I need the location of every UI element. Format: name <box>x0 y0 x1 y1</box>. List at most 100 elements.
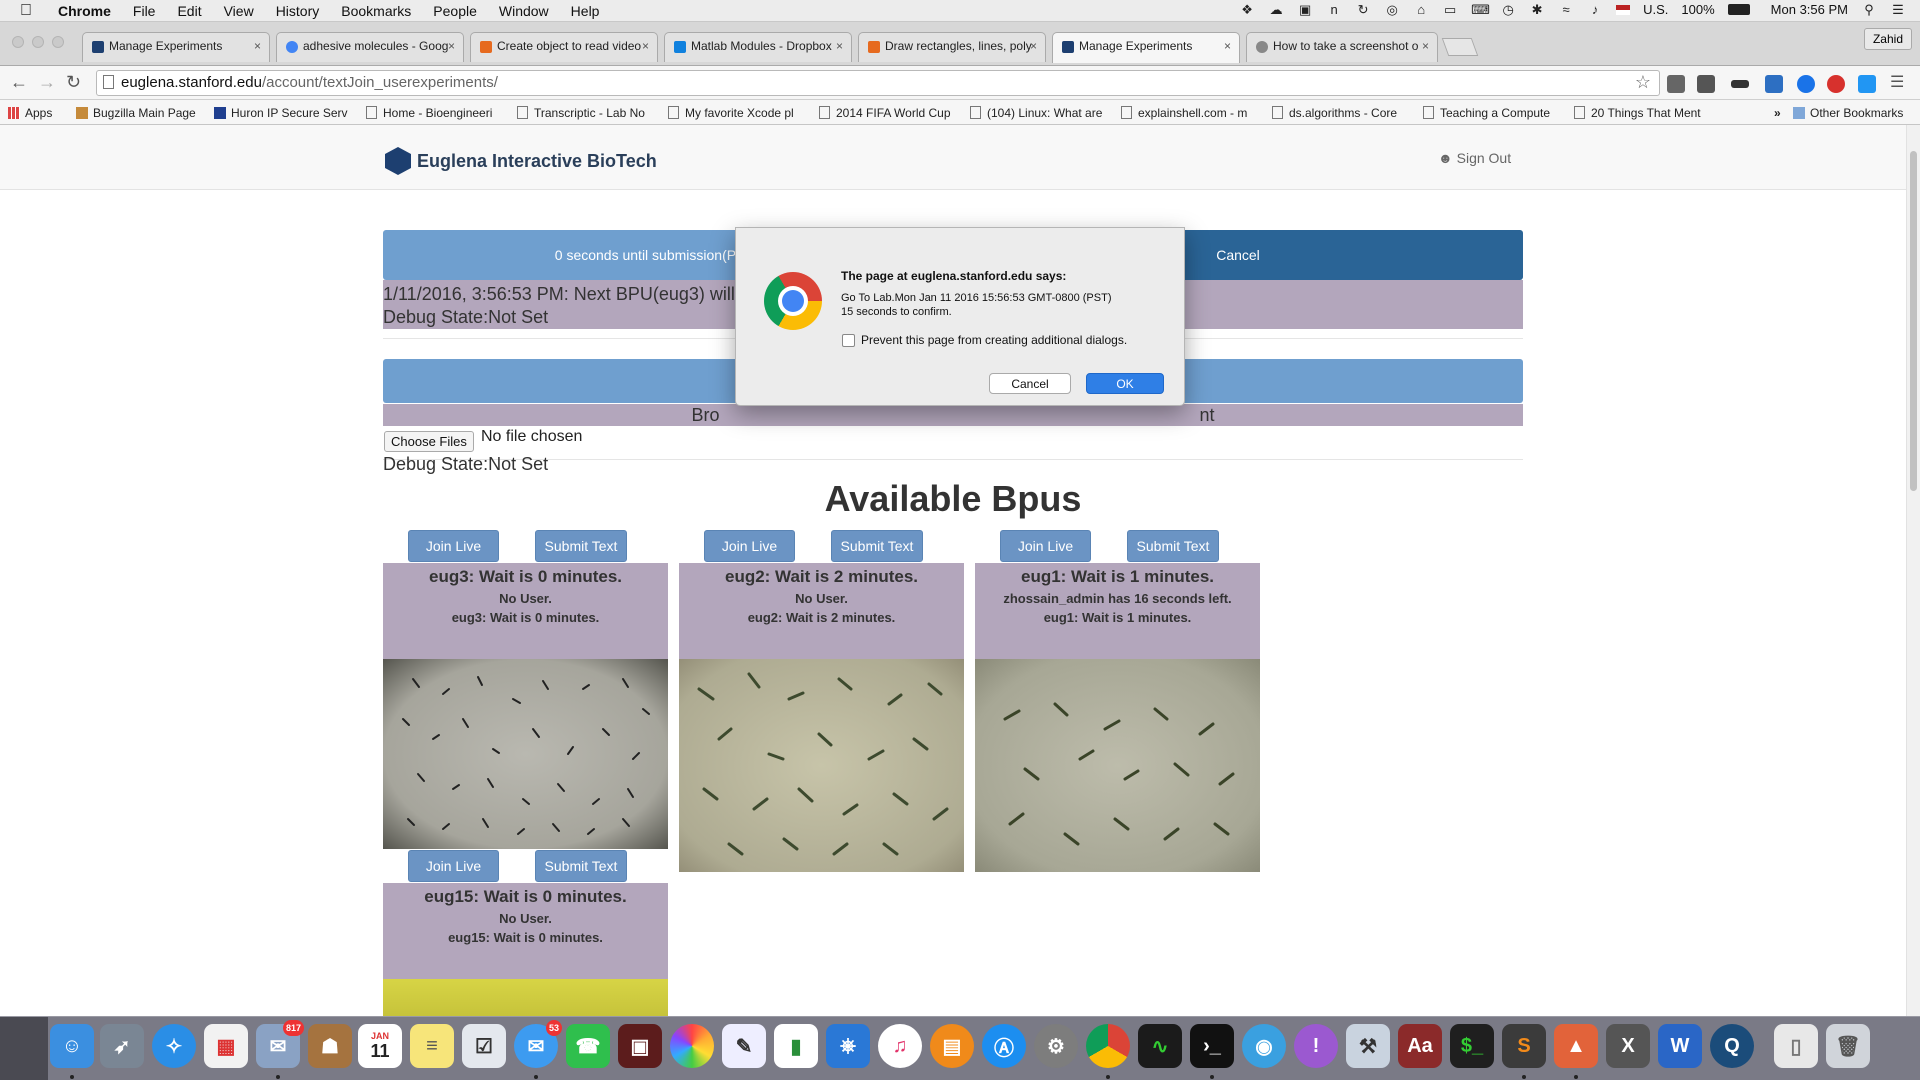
chrome-menu-icon[interactable]: ☰ <box>1890 72 1904 92</box>
itunes-icon[interactable]: ♫ <box>878 1024 922 1068</box>
tab-adhesive-molecules[interactable]: adhesive molecules - Goog × <box>276 32 464 62</box>
trash-icon[interactable]: 🗑 <box>1826 1024 1870 1068</box>
sign-out-link[interactable]: ☻ Sign Out <box>1438 150 1511 166</box>
tab-screenshot-howto[interactable]: How to take a screenshot o × <box>1246 32 1438 62</box>
photos-icon[interactable] <box>670 1024 714 1068</box>
join-live-button[interactable]: Join Live <box>408 530 499 562</box>
menu-app-name[interactable]: Chrome <box>58 3 111 19</box>
alert-app-icon[interactable]: ! <box>1294 1024 1338 1068</box>
close-tab-icon[interactable]: × <box>642 39 649 53</box>
ibooks-icon[interactable]: ▤ <box>930 1024 974 1068</box>
menu-view[interactable]: View <box>224 3 254 19</box>
activity-monitor-icon[interactable]: ∿ <box>1138 1024 1182 1068</box>
utility-icon[interactable]: ⚒ <box>1346 1024 1390 1068</box>
back-arrow-icon[interactable]: ← <box>10 72 28 93</box>
bookmark-fifa[interactable]: 2014 FIFA World Cup <box>819 106 953 120</box>
bookmark-bioengineering[interactable]: Home - Bioengineeri <box>366 106 500 120</box>
minimize-window-button[interactable] <box>32 36 44 48</box>
chrome-icon[interactable] <box>1086 1024 1130 1068</box>
terminal-icon[interactable]: ›_ <box>1190 1024 1234 1068</box>
bookmark-linux[interactable]: (104) Linux: What are <box>970 106 1104 120</box>
bookmark-other[interactable]: Other Bookmarks <box>1793 106 1903 120</box>
console-icon[interactable]: $_ <box>1450 1024 1494 1068</box>
shield-icon[interactable]: ▣ <box>1297 2 1313 17</box>
close-window-button[interactable] <box>12 36 24 48</box>
tab-manage-experiments-active[interactable]: Manage Experiments × <box>1052 32 1240 63</box>
notes-icon[interactable]: ≡ <box>410 1024 454 1068</box>
flag-icon[interactable] <box>1616 4 1631 15</box>
app-store-icon[interactable]: Ⓐ <box>982 1024 1026 1068</box>
close-tab-icon[interactable]: × <box>1224 39 1231 53</box>
bookmark-explainshell[interactable]: explainshell.com - m <box>1121 106 1255 120</box>
time-machine-icon[interactable]: ◷ <box>1500 2 1516 17</box>
cloud-icon[interactable]: ☁ <box>1268 2 1284 17</box>
quicktime-icon[interactable]: Q <box>1710 1024 1754 1068</box>
close-tab-icon[interactable]: × <box>1030 39 1037 53</box>
menu-file[interactable]: File <box>133 3 156 19</box>
page-scrollbar[interactable] <box>1906 125 1920 1016</box>
tab-matlab-modules-dropbox[interactable]: Matlab Modules - Dropbox × <box>664 32 852 62</box>
network-app-icon[interactable]: ◉ <box>1242 1024 1286 1068</box>
extension-puzzle-icon[interactable] <box>1697 75 1715 93</box>
numbers-icon[interactable]: ▮ <box>774 1024 818 1068</box>
extension-v-icon[interactable] <box>1797 75 1815 93</box>
new-tab-button[interactable] <box>1441 38 1479 56</box>
extension-glasses-icon[interactable] <box>1731 80 1749 88</box>
zoom-window-button[interactable] <box>52 36 64 48</box>
tab-manage-experiments[interactable]: Manage Experiments × <box>82 32 270 62</box>
site-brand[interactable]: Euglena Interactive BioTech <box>385 147 657 175</box>
tab-create-object-video[interactable]: Create object to read video × <box>470 32 658 62</box>
submit-text-button[interactable]: Submit Text <box>535 530 627 562</box>
word-icon[interactable]: W <box>1658 1024 1702 1068</box>
close-tab-icon[interactable]: × <box>254 39 261 53</box>
keyboard-icon[interactable]: ⌨ <box>1471 2 1490 17</box>
tab-draw-rectangles[interactable]: Draw rectangles, lines, poly × <box>858 32 1046 62</box>
bookmark-20-things[interactable]: 20 Things That Ment <box>1574 106 1708 120</box>
messages-icon[interactable]: ✉ 53 <box>514 1020 562 1068</box>
dialog-cancel-button[interactable]: Cancel <box>989 373 1071 394</box>
keynote-icon[interactable]: ⎈ <box>826 1024 870 1068</box>
bookmark-teaching[interactable]: Teaching a Compute <box>1423 106 1557 120</box>
join-live-button[interactable]: Join Live <box>1000 530 1091 562</box>
dictionary-icon[interactable]: Aa <box>1398 1024 1442 1068</box>
adblock-icon[interactable] <box>1827 75 1845 93</box>
bookmark-star-icon[interactable]: ☆ <box>1635 72 1651 93</box>
record-icon[interactable]: ◎ <box>1384 2 1400 17</box>
reminders-icon[interactable]: ☑ <box>462 1024 506 1068</box>
wifi-icon[interactable]: ≈ <box>1558 2 1574 17</box>
submit-text-button[interactable]: Submit Text <box>831 530 923 562</box>
prevent-dialogs-checkbox[interactable] <box>842 334 855 347</box>
app-grid-icon[interactable]: ▦ <box>204 1024 248 1068</box>
menu-edit[interactable]: Edit <box>177 3 201 19</box>
submit-text-button[interactable]: Submit Text <box>535 850 627 882</box>
close-tab-icon[interactable]: × <box>836 39 843 53</box>
matlab-icon[interactable]: ▲ <box>1554 1024 1598 1068</box>
bookmark-xcode[interactable]: My favorite Xcode pl <box>668 106 802 120</box>
contacts-icon[interactable]: ☗ <box>308 1024 352 1068</box>
volume-icon[interactable]: ♪ <box>1587 2 1603 17</box>
profile-button[interactable]: Zahid <box>1863 28 1912 50</box>
finder-icon[interactable]: ☺ <box>50 1024 94 1068</box>
join-live-button[interactable]: Join Live <box>408 850 499 882</box>
menu-people[interactable]: People <box>433 3 477 19</box>
document-icon[interactable]: ▯ <box>1774 1024 1818 1068</box>
sync-icon[interactable]: ↻ <box>1355 2 1371 17</box>
menu-history[interactable]: History <box>276 3 320 19</box>
system-preferences-icon[interactable]: ⚙ <box>1034 1024 1078 1068</box>
mail-icon[interactable]: ✉ 817 <box>256 1020 304 1068</box>
choose-files-button[interactable]: Choose Files <box>384 431 474 452</box>
bookmark-apps[interactable]: Apps <box>8 106 52 120</box>
bookmark-bugzilla[interactable]: Bugzilla Main Page <box>76 106 200 120</box>
battery-percent[interactable]: 100% <box>1681 2 1714 17</box>
calendar-icon[interactable]: JAN 11 <box>358 1024 402 1068</box>
extension-settings-icon[interactable] <box>1667 75 1685 93</box>
xquartz-icon[interactable]: X <box>1606 1024 1650 1068</box>
home-icon[interactable]: ⌂ <box>1413 2 1429 17</box>
input-source[interactable]: U.S. <box>1643 2 1668 17</box>
launchpad-icon[interactable]: ➶ <box>100 1024 144 1068</box>
extension-calendar-icon[interactable] <box>1765 75 1783 93</box>
bookmark-transcriptic[interactable]: Transcriptic - Lab No <box>517 106 651 120</box>
menu-window[interactable]: Window <box>499 3 549 19</box>
menu-bookmarks[interactable]: Bookmarks <box>341 3 411 19</box>
close-tab-icon[interactable]: × <box>1422 39 1429 53</box>
